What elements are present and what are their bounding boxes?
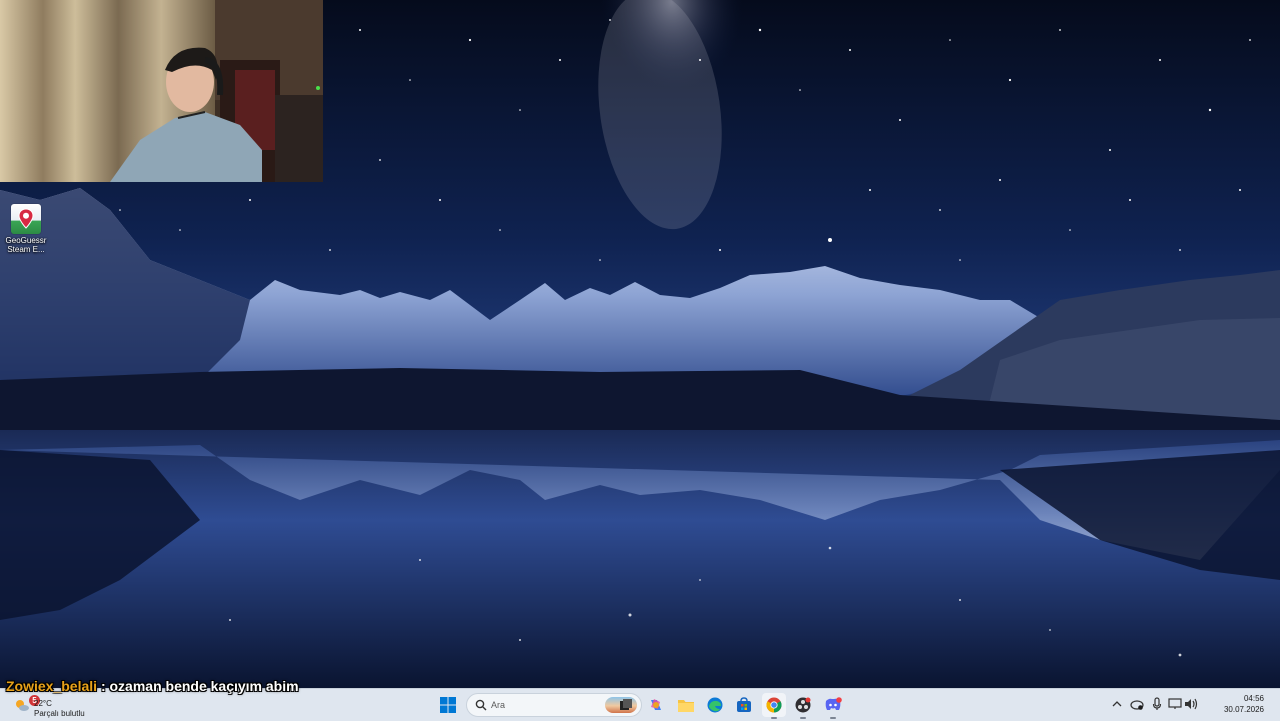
discord-icon bbox=[825, 697, 842, 710]
clock-date: 30.07.2026 bbox=[1223, 705, 1264, 714]
task-view-button[interactable] bbox=[614, 693, 638, 717]
running-app-indicator bbox=[830, 717, 836, 719]
chrome-button[interactable] bbox=[762, 693, 786, 719]
system-tray: 04:56 30.07.2026 bbox=[1110, 689, 1280, 721]
chat-separator: : bbox=[100, 678, 106, 694]
search-icon bbox=[475, 699, 487, 711]
microphone-icon[interactable] bbox=[1150, 697, 1164, 711]
partly-cloudy-icon bbox=[14, 697, 30, 713]
chat-overlay: Zowiex_belali : ozaman bende kaçıyım abi… bbox=[6, 678, 299, 698]
obs-icon bbox=[795, 697, 811, 713]
geoguessr-icon bbox=[11, 204, 41, 234]
desktop-icon-label-line1: GeoGuessr bbox=[5, 236, 47, 245]
show-hidden-icons-chevron-up-icon[interactable] bbox=[1110, 697, 1124, 711]
chat-username: Zowiex_belali bbox=[6, 678, 98, 694]
chat-message: ozaman bende kaçıyım abim bbox=[109, 678, 299, 694]
taskbar-clock[interactable]: 04:56 30.07.2026 bbox=[1224, 693, 1264, 715]
discord-button[interactable] bbox=[821, 693, 845, 719]
clock-time: 04:56 bbox=[1243, 694, 1264, 703]
desktop-icon-label-line2: Steam E... bbox=[7, 245, 45, 254]
store-button[interactable] bbox=[732, 693, 756, 717]
weather-condition: Parçalı bulutlu bbox=[34, 709, 85, 718]
windows-start-icon bbox=[440, 697, 456, 713]
running-app-indicator bbox=[800, 717, 806, 719]
weather-temperature: 22°C bbox=[34, 699, 52, 708]
network-cloud-icon[interactable] bbox=[1130, 697, 1144, 711]
obs-button[interactable] bbox=[791, 693, 815, 719]
volume-icon[interactable] bbox=[1184, 697, 1198, 711]
file-explorer-button[interactable] bbox=[674, 693, 698, 717]
taskbar-apps: Ara bbox=[436, 689, 856, 721]
desktop-icon-geoguessr[interactable]: GeoGuessr Steam E... bbox=[4, 204, 48, 254]
edge-button[interactable] bbox=[703, 693, 727, 717]
store-icon bbox=[737, 697, 751, 712]
chrome-icon bbox=[766, 697, 782, 713]
edge-icon bbox=[707, 697, 723, 713]
start-button[interactable] bbox=[436, 693, 460, 717]
copilot-icon bbox=[651, 699, 661, 710]
active-app-indicator bbox=[771, 717, 777, 719]
webcam-overlay bbox=[0, 0, 323, 182]
task-view-icon bbox=[620, 699, 632, 710]
display-icon[interactable] bbox=[1168, 697, 1182, 711]
file-explorer-icon bbox=[678, 700, 694, 712]
search-placeholder: Ara bbox=[491, 700, 506, 710]
copilot-button[interactable] bbox=[644, 693, 668, 717]
